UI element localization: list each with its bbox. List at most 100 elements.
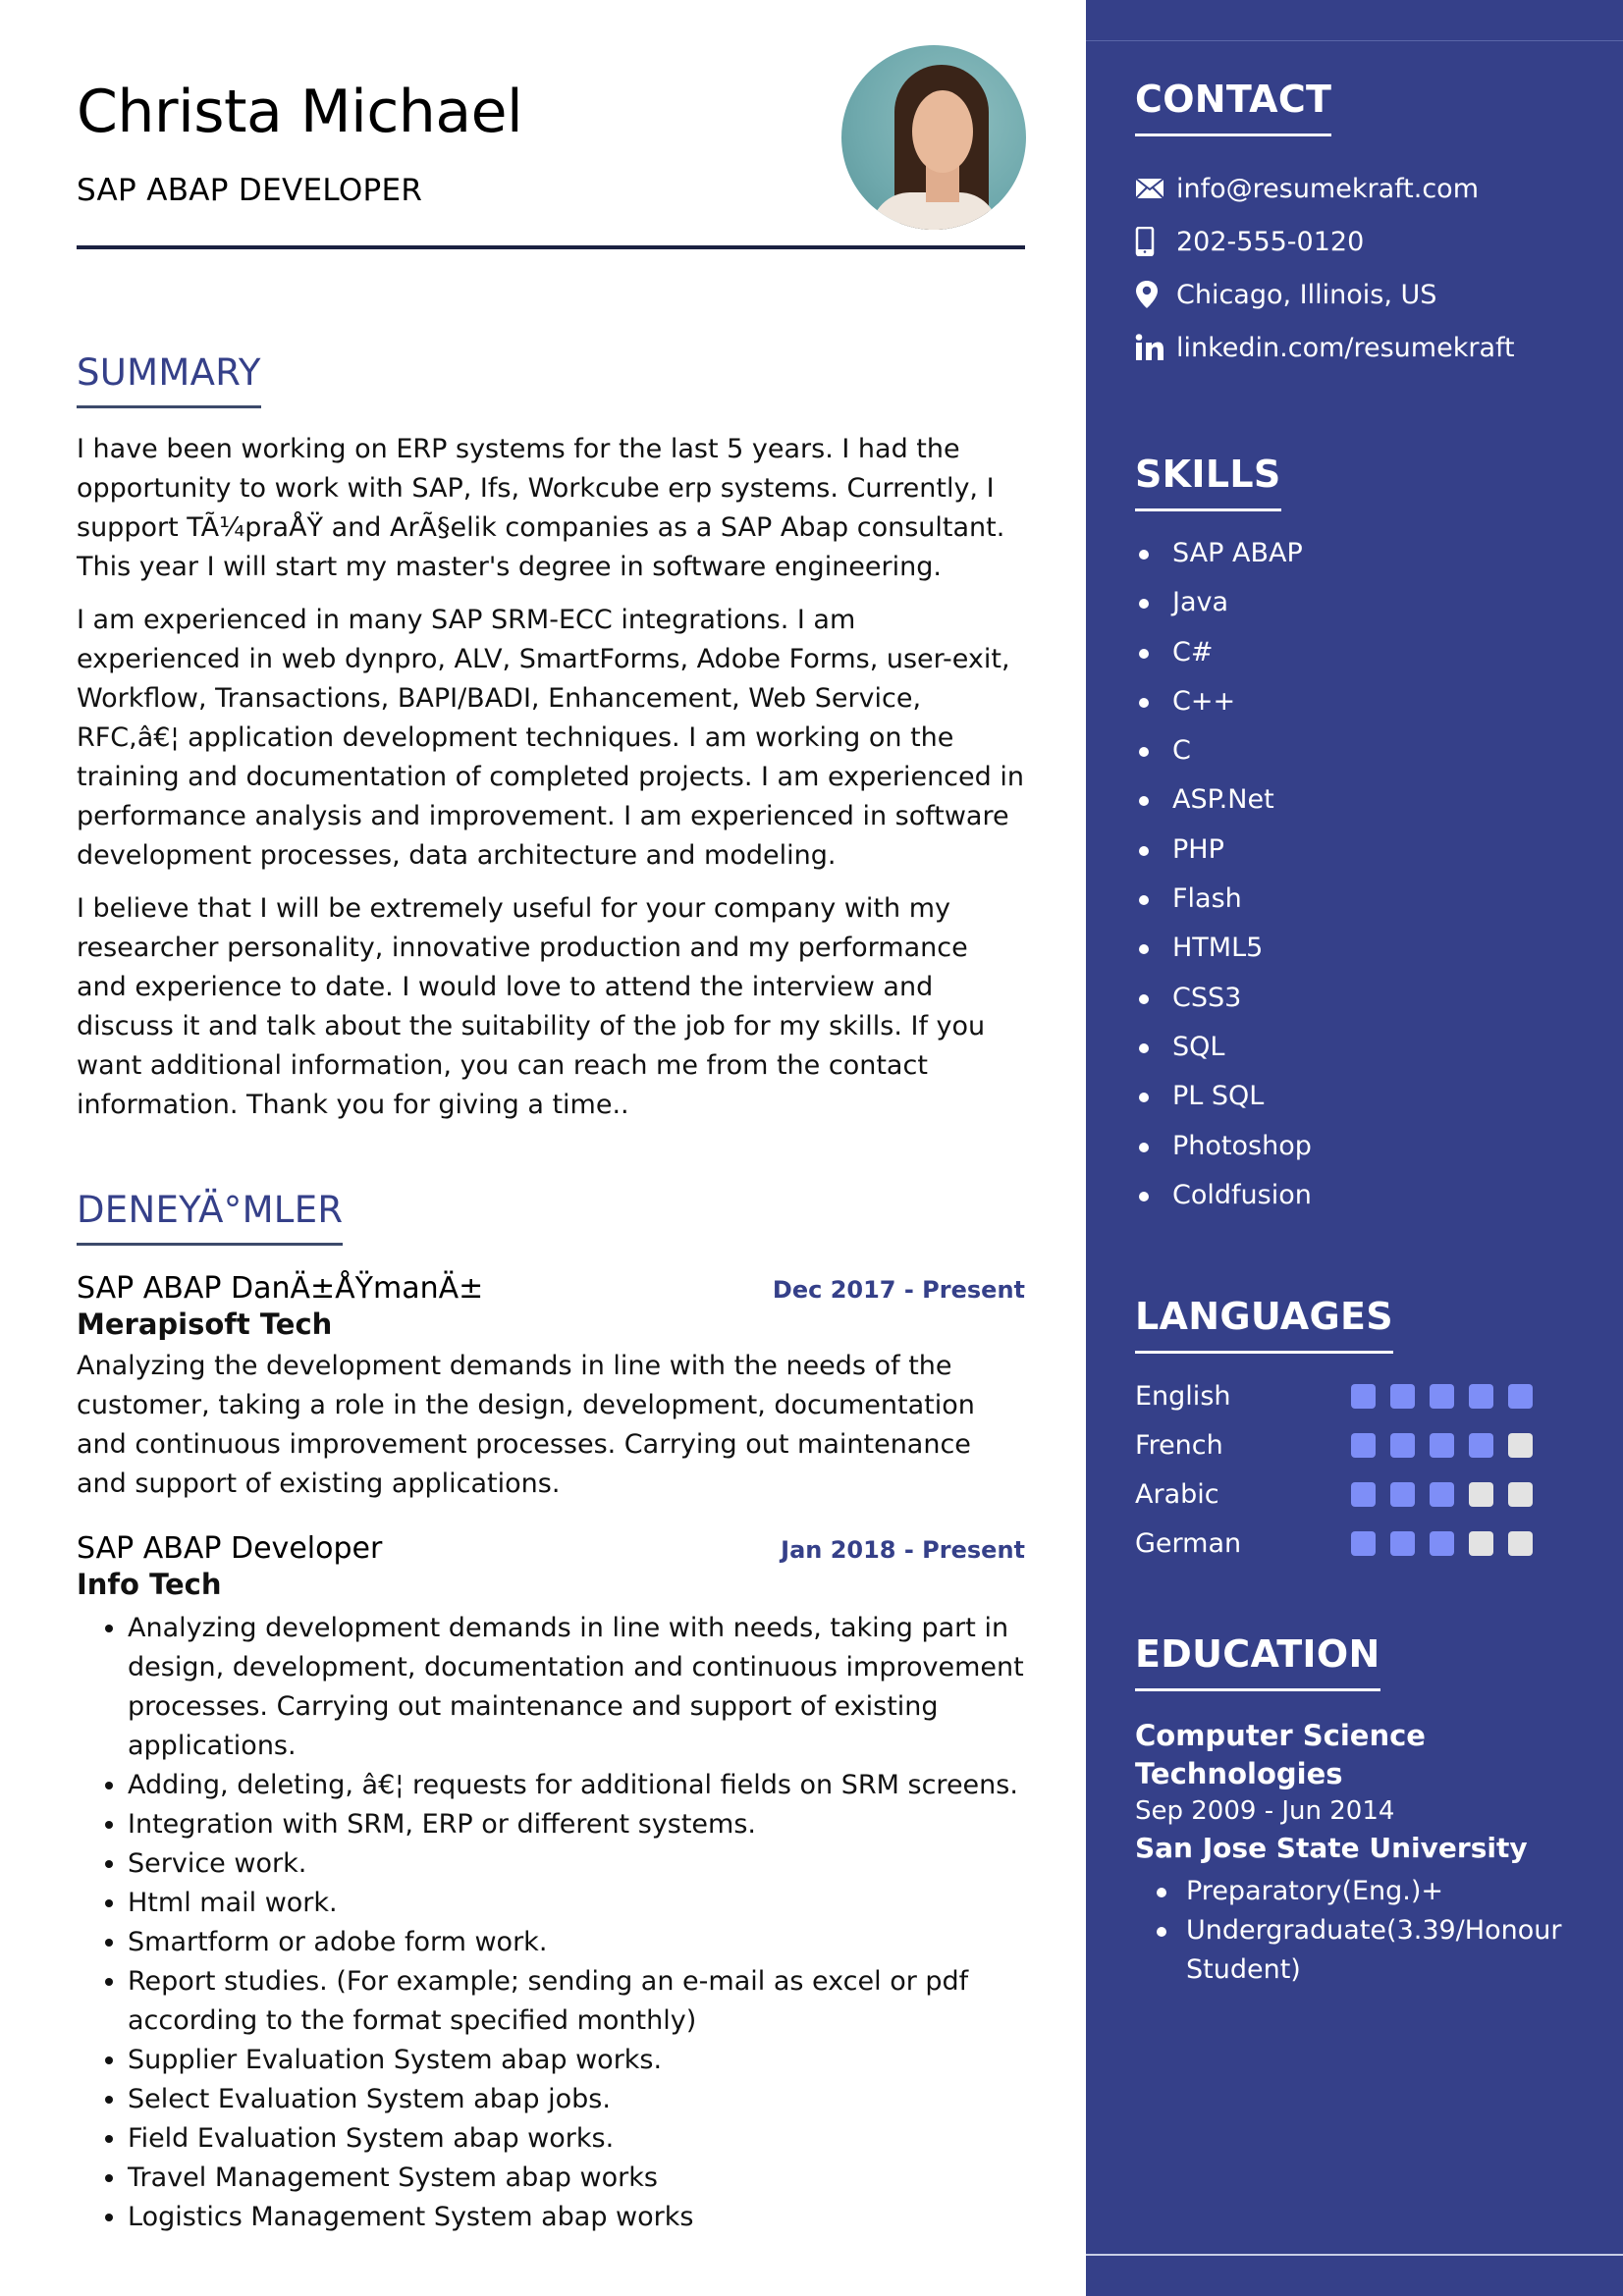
job-bullet: Smartform or adobe form work.: [128, 1923, 1025, 1962]
contact-linkedin[interactable]: linkedin.com/resumekraft: [1135, 321, 1587, 374]
experience-heading: DENEYÄ°MLER: [77, 1189, 344, 1231]
level-square-filled: [1351, 1530, 1376, 1556]
skill-item: Coldfusion: [1135, 1171, 1587, 1220]
level-square-empty: [1508, 1481, 1533, 1507]
level-square-empty: [1469, 1530, 1493, 1556]
contact-heading: CONTACT: [1135, 78, 1332, 121]
education-details: Preparatory(Eng.)+ Undergraduate(3.39/Ho…: [1135, 1872, 1587, 1990]
skill-item: PHP: [1135, 826, 1587, 875]
skill-item: Flash: [1135, 875, 1587, 924]
skills-heading-rule: [1135, 508, 1281, 511]
contact-phone-text: 202-555-0120: [1176, 226, 1365, 257]
job-title: SAP ABAP DanÄ±ÅŸmanÄ±: [77, 1271, 484, 1306]
job-bullet: Travel Management System abap works: [128, 2159, 1025, 2198]
mobile-phone-icon: [1135, 226, 1166, 257]
languages-heading-rule: [1135, 1351, 1393, 1354]
job-bullet: Analyzing development demands in line wi…: [128, 1609, 1025, 1766]
education-school: San Jose State University: [1135, 1832, 1528, 1864]
language-row: German: [1135, 1519, 1587, 1568]
envelope-icon: [1135, 173, 1166, 204]
candidate-title: SAP ABAP DEVELOPER: [77, 173, 423, 208]
photo-face: [912, 90, 973, 173]
contact-location-text: Chicago, Illinois, US: [1176, 279, 1437, 310]
contact-linkedin-text: linkedin.com/resumekraft: [1176, 332, 1515, 363]
job-bullets: Analyzing development demands in line wi…: [77, 1609, 1025, 2237]
summary-paragraph: I have been working on ERP systems for t…: [77, 434, 1005, 582]
summary-paragraph: I am experienced in many SAP SRM-ECC int…: [77, 605, 1024, 871]
sidebar-bottom-rule: [1086, 2254, 1623, 2256]
level-square-filled: [1390, 1383, 1415, 1409]
level-square-empty: [1469, 1481, 1493, 1507]
language-name: Arabic: [1135, 1478, 1219, 1510]
job-title: SAP ABAP Developer: [77, 1531, 383, 1566]
experience-section: DENEYÄ°MLER SAP ABAP DanÄ±ÅŸmanÄ± Dec 20…: [77, 1186, 1025, 2237]
job-description: Analyzing the development demands in lin…: [77, 1351, 975, 1499]
level-square-filled: [1390, 1530, 1415, 1556]
skill-item: HTML5: [1135, 924, 1587, 973]
level-square-filled: [1469, 1432, 1493, 1458]
contact-phone[interactable]: 202-555-0120: [1135, 215, 1587, 268]
job-entry: SAP ABAP Developer Jan 2018 - Present In…: [77, 1531, 1025, 2237]
job-bullet: Logistics Management System abap works: [128, 2198, 1025, 2237]
linkedin-icon: [1135, 332, 1166, 363]
summary-heading-rule: [77, 405, 261, 408]
job-entry: SAP ABAP DanÄ±ÅŸmanÄ± Dec 2017 - Present…: [77, 1271, 1025, 1504]
level-square-filled: [1469, 1383, 1493, 1409]
language-level: [1351, 1383, 1533, 1409]
header-divider: [77, 245, 1025, 249]
experience-heading-rule: [77, 1243, 344, 1246]
skill-item: C#: [1135, 628, 1587, 677]
level-square-filled: [1430, 1383, 1454, 1409]
level-square-filled: [1390, 1432, 1415, 1458]
job-bullet: Report studies. (For example; sending an…: [128, 1962, 1025, 2041]
summary-section: SUMMARY I have been working on ERP syste…: [77, 348, 1025, 1139]
education-section: EDUCATION Computer Science Technologies …: [1135, 1629, 1587, 1990]
sidebar: CONTACT info@resumekraft.com 202-555-012…: [1086, 0, 1623, 2296]
skill-item: SQL: [1135, 1023, 1587, 1072]
languages-list: English French Arabic German: [1135, 1371, 1587, 1568]
job-company: Info Tech: [77, 1568, 222, 1601]
level-square-filled: [1508, 1383, 1533, 1409]
skill-item: Java: [1135, 578, 1587, 627]
skills-heading: SKILLS: [1135, 453, 1281, 496]
skills-section: SKILLS SAP ABAP Java C# C++ C ASP.Net PH…: [1135, 450, 1587, 1220]
skill-item: C++: [1135, 677, 1587, 726]
language-row: Arabic: [1135, 1469, 1587, 1519]
language-level: [1351, 1530, 1533, 1556]
job-date: Jan 2018 - Present: [781, 1536, 1025, 1564]
level-square-empty: [1508, 1530, 1533, 1556]
language-name: French: [1135, 1429, 1223, 1461]
job-bullet: Supplier Evaluation System abap works.: [128, 2041, 1025, 2080]
level-square-empty: [1508, 1432, 1533, 1458]
education-heading: EDUCATION: [1135, 1632, 1380, 1676]
job-bullet: Select Evaluation System abap jobs.: [128, 2080, 1025, 2119]
education-heading-rule: [1135, 1688, 1380, 1691]
profile-photo: [841, 45, 1026, 230]
skill-item: C: [1135, 726, 1587, 775]
job-bullet: Service work.: [128, 1844, 1025, 1884]
language-row: French: [1135, 1420, 1587, 1469]
job-bullet: Adding, deleting, â€¦ requests for addit…: [128, 1766, 1025, 1805]
language-level: [1351, 1481, 1533, 1507]
education-degree: Computer Science Technologies: [1135, 1719, 1426, 1790]
level-square-filled: [1430, 1481, 1454, 1507]
contact-email[interactable]: info@resumekraft.com: [1135, 162, 1587, 215]
job-bullet: Field Evaluation System abap works.: [128, 2119, 1025, 2159]
contact-section: CONTACT info@resumekraft.com 202-555-012…: [1135, 75, 1587, 374]
summary-paragraph: I believe that I will be extremely usefu…: [77, 893, 986, 1120]
summary-heading: SUMMARY: [77, 351, 261, 394]
candidate-name: Christa Michael: [77, 78, 523, 146]
languages-section: LANGUAGES English French Arabic German: [1135, 1292, 1587, 1568]
skill-item: PL SQL: [1135, 1072, 1587, 1121]
job-bullet: Integration with SRM, ERP or different s…: [128, 1805, 1025, 1844]
level-square-filled: [1351, 1481, 1376, 1507]
job-date: Dec 2017 - Present: [772, 1276, 1025, 1304]
skill-item: CSS3: [1135, 974, 1587, 1023]
skill-item: SAP ABAP: [1135, 529, 1587, 578]
job-bullet: Html mail work.: [128, 1884, 1025, 1923]
level-square-filled: [1351, 1432, 1376, 1458]
language-name: German: [1135, 1527, 1242, 1559]
level-square-filled: [1390, 1481, 1415, 1507]
language-name: English: [1135, 1380, 1231, 1412]
map-pin-icon: [1135, 279, 1166, 310]
